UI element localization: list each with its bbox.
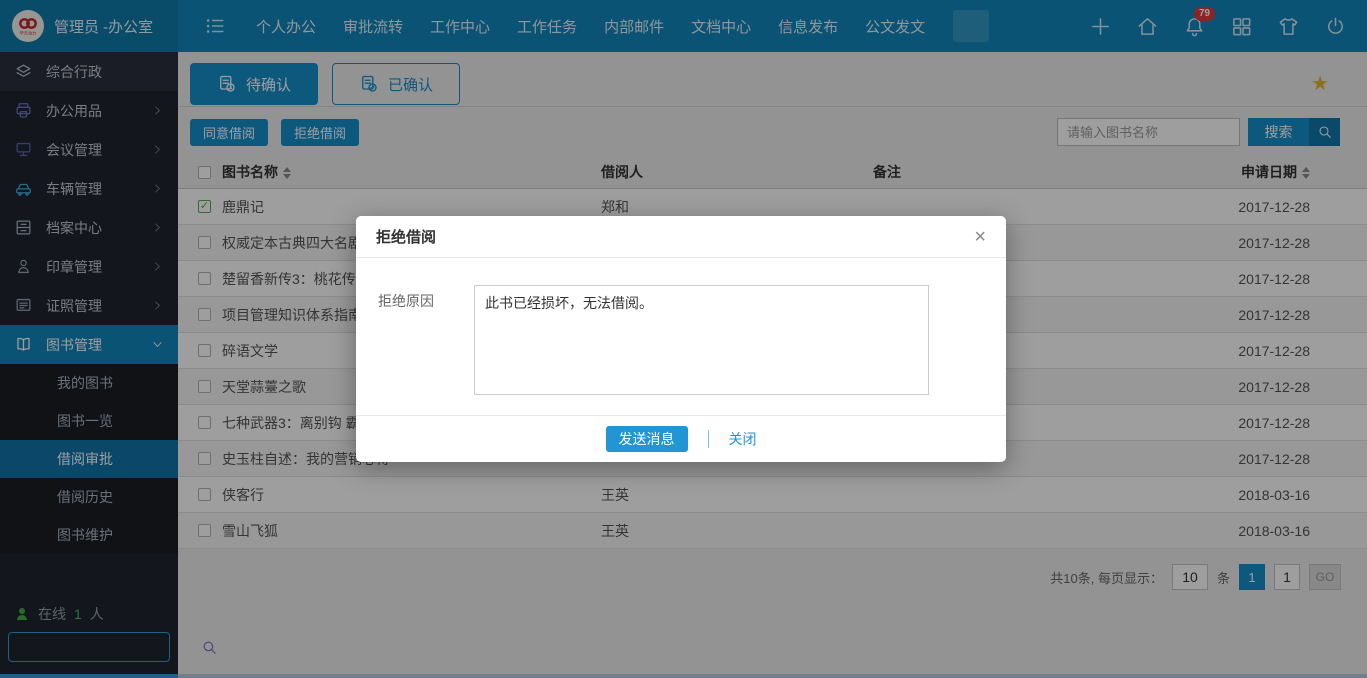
close-icon[interactable]: × — [974, 227, 986, 247]
close-dialog-link[interactable]: 关闭 — [729, 429, 757, 449]
dialog-footer: 发送消息 关闭 — [356, 415, 1006, 462]
dialog-body: 拒绝原因 此书已经损坏，无法借阅。 — [356, 258, 1006, 395]
dialog-title: 拒绝借阅 — [376, 226, 436, 247]
send-message-button[interactable]: 发送消息 — [606, 426, 688, 452]
reject-reason-label: 拒绝原因 — [378, 285, 474, 395]
reject-borrow-dialog: 拒绝借阅 × 拒绝原因 此书已经损坏，无法借阅。 发送消息 关闭 — [356, 216, 1006, 462]
footer-divider — [708, 430, 709, 448]
dialog-header: 拒绝借阅 × — [356, 216, 1006, 258]
app-root: 华天动力 管理员 -办公室 个人办公审批流转工作中心工作任务内部邮件文档中心信息… — [0, 0, 1367, 678]
reject-reason-textarea[interactable]: 此书已经损坏，无法借阅。 — [474, 285, 929, 395]
